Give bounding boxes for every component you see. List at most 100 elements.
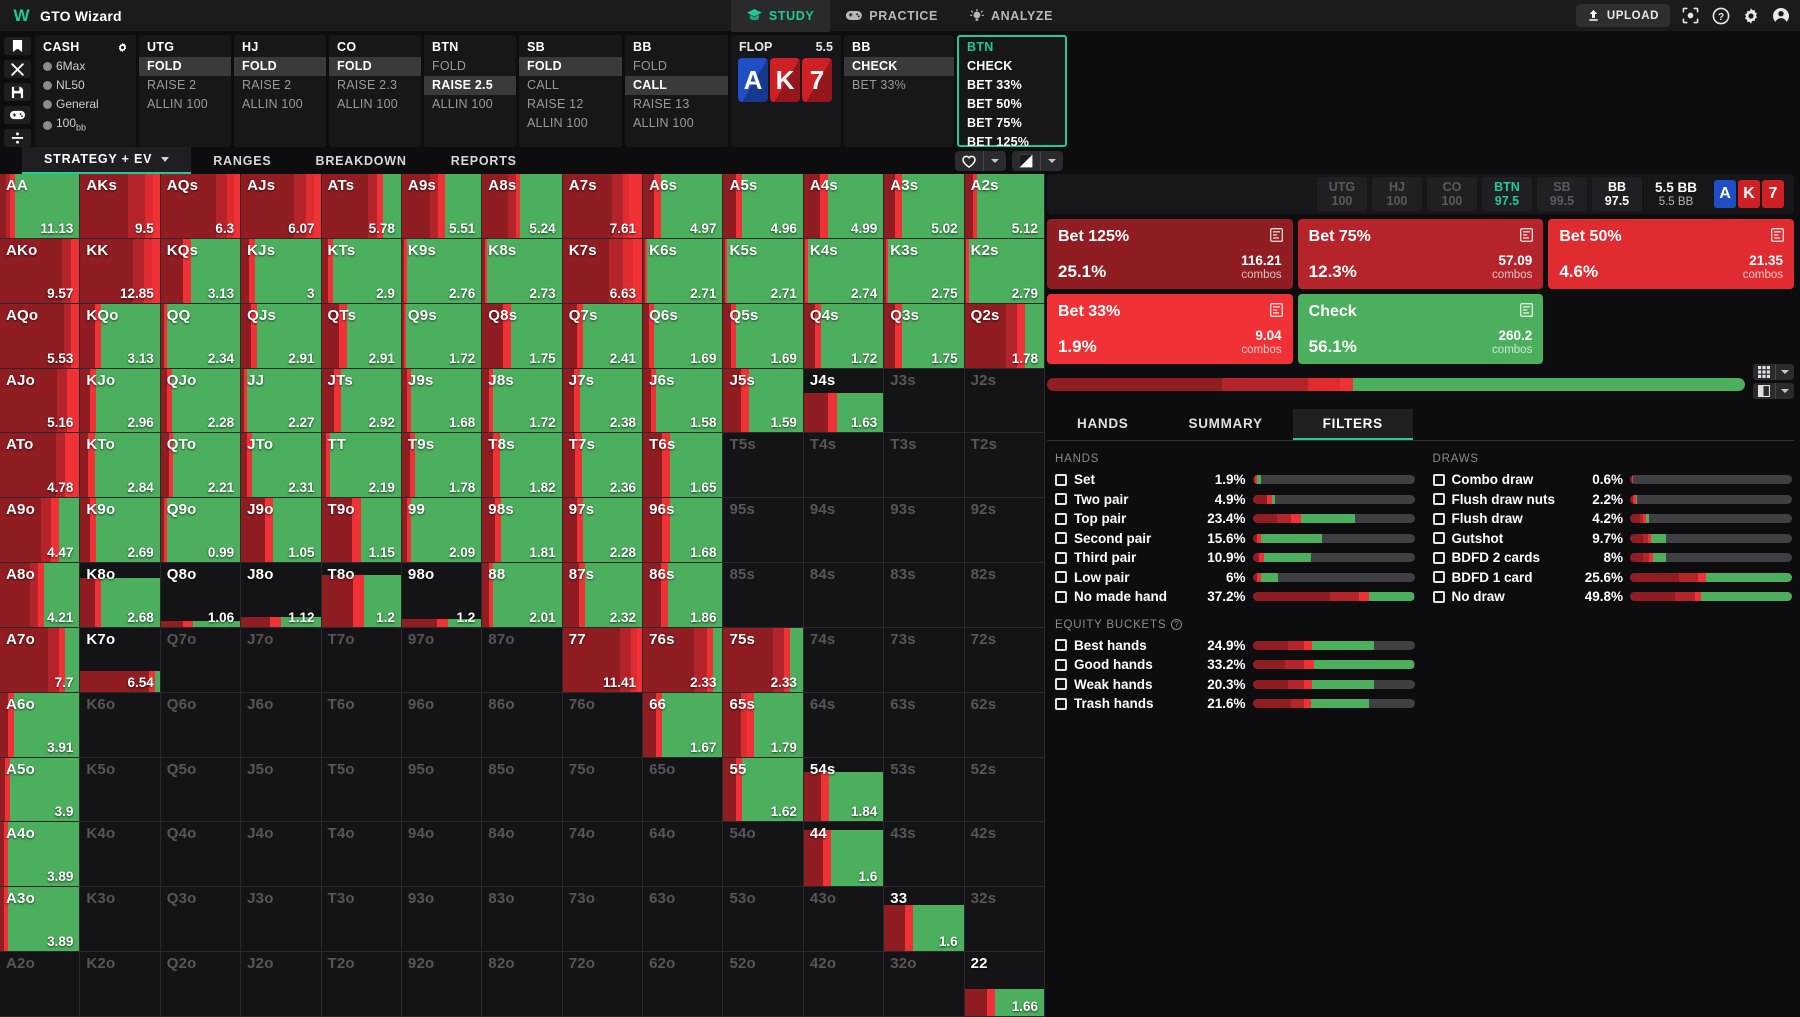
matrix-cell[interactable]: 84s <box>803 563 885 628</box>
node-column-hj[interactable]: HJ FOLD RAISE 2 ALLIN 100 <box>234 35 326 147</box>
matrix-cell[interactable]: 32o <box>884 952 965 1017</box>
node-action[interactable]: RAISE 2.3 <box>329 76 421 95</box>
matrix-cell[interactable]: Q6o <box>160 692 242 758</box>
filter-row-hands[interactable]: Two pair 4.9% <box>1055 490 1415 510</box>
node-column-sb[interactable]: SB FOLD CALL RAISE 12 ALLIN 100 <box>519 35 622 147</box>
gear-icon[interactable] <box>1741 6 1760 25</box>
matrix-cell[interactable]: 92o <box>401 952 483 1017</box>
hand-matrix[interactable]: AA 11.13 AKs 9.5 AQs 6.3 AJs 6.07 ATs 5.78 A9s 5.51… <box>0 174 1045 1017</box>
matrix-cell[interactable]: 96o <box>401 692 483 758</box>
position-chip-hj[interactable]: HJ 100 <box>1371 177 1422 211</box>
matrix-cell[interactable]: Q8s 1.75 <box>482 303 563 369</box>
matrix-cell[interactable]: T4o <box>321 822 402 888</box>
matrix-cell[interactable]: K6s 2.71 <box>643 238 724 304</box>
node-action[interactable]: ALLIN 100 <box>424 95 516 114</box>
matrix-cell[interactable]: A5s 4.96 <box>723 174 804 239</box>
matrix-cell[interactable]: 52s <box>964 757 1045 823</box>
matrix-cell[interactable]: QTo 2.21 <box>160 433 242 499</box>
matrix-cell[interactable]: 97o <box>401 627 483 693</box>
matrix-cell[interactable]: 83s <box>884 563 965 628</box>
filter-checkbox[interactable] <box>1432 551 1445 564</box>
node-action[interactable]: FOLD <box>625 57 728 76</box>
matrix-cell[interactable]: Q2s 1.78 <box>964 303 1045 369</box>
chevron-down-icon[interactable] <box>161 156 170 162</box>
matrix-cell[interactable]: 98o 1.2 <box>401 563 483 628</box>
report-icon[interactable] <box>1520 228 1534 247</box>
matrix-cell[interactable]: 66 1.67 <box>643 692 724 758</box>
matrix-cell[interactable]: KQo 3.13 <box>80 303 161 369</box>
matrix-cell[interactable]: A7o 7.7 <box>0 627 81 693</box>
node-action[interactable]: RAISE 13 <box>625 95 728 114</box>
matrix-cell[interactable]: J4s 1.63 <box>803 368 885 434</box>
action-card-bet-125[interactable]: Bet 125% 25.1% 116.21 combos <box>1047 219 1293 289</box>
matrix-cell[interactable]: 43o <box>803 887 885 953</box>
account-icon[interactable] <box>1771 6 1790 25</box>
matrix-cell[interactable]: A2o <box>0 952 81 1017</box>
matrix-cell[interactable]: 75o <box>562 757 644 823</box>
matrix-cell[interactable]: T4s <box>803 433 885 499</box>
matrix-cell[interactable]: J8s 1.72 <box>482 368 563 434</box>
matrix-cell[interactable]: A6o 3.91 <box>0 692 81 758</box>
matrix-cell[interactable]: A2s 5.12 <box>964 174 1045 239</box>
mode-practice[interactable]: PRACTICE <box>830 0 954 32</box>
split-icon[interactable] <box>1753 383 1775 399</box>
matrix-cell[interactable]: KTs 2.9 <box>321 238 402 304</box>
matrix-cell[interactable]: 97s 2.28 <box>562 498 644 564</box>
matrix-cell[interactable]: T9s 1.78 <box>401 433 483 499</box>
node-action[interactable]: RAISE 2 <box>139 76 231 95</box>
matrix-cell[interactable]: AQs 6.3 <box>160 174 242 239</box>
matrix-cell[interactable]: 44 1.6 <box>803 822 885 888</box>
mode-study[interactable]: STUDY <box>730 0 831 32</box>
matrix-cell[interactable]: 73s <box>884 627 965 693</box>
matrix-cell[interactable]: A3o 3.89 <box>0 887 81 953</box>
filter-checkbox[interactable] <box>1432 532 1445 545</box>
position-chip-bb[interactable]: BB 97.5 <box>1591 177 1642 211</box>
matrix-cell[interactable]: 64s <box>803 692 885 758</box>
filter-row-equity[interactable]: Best hands 24.9% <box>1055 636 1415 656</box>
matrix-cell[interactable]: 77 11.41 <box>562 627 644 693</box>
matrix-cell[interactable]: 22 1.66 <box>964 952 1045 1017</box>
matrix-cell[interactable]: T7s 2.36 <box>562 433 644 499</box>
matrix-cell[interactable]: 92s <box>964 498 1045 564</box>
filter-row-hands[interactable]: Top pair 23.4% <box>1055 509 1415 529</box>
matrix-cell[interactable]: J7o <box>241 627 322 693</box>
matrix-cell[interactable]: A8s 5.24 <box>482 174 563 239</box>
position-chip-btn[interactable]: BTN 97.5 <box>1481 177 1532 211</box>
matrix-cell[interactable]: TT 2.19 <box>321 433 402 499</box>
matrix-cell[interactable]: Q7s 2.41 <box>562 303 644 369</box>
position-chip-co[interactable]: CO 100 <box>1426 177 1477 211</box>
node-action[interactable]: RAISE 12 <box>519 95 622 114</box>
report-icon[interactable] <box>1771 228 1784 247</box>
filter-checkbox[interactable] <box>1055 473 1067 486</box>
matrix-cell[interactable]: 63o <box>643 887 724 953</box>
filter-row-equity[interactable]: Good hands 33.2% <box>1055 655 1415 675</box>
config-row[interactable]: 100bb <box>35 114 136 137</box>
matrix-cell[interactable]: 98s 1.81 <box>482 498 563 564</box>
filter-checkbox[interactable] <box>1432 493 1445 506</box>
config-column[interactable]: CASH 6Max NL50 General 100bb <box>35 35 136 147</box>
filter-row-draws[interactable]: Flush draw 4.2% <box>1432 509 1792 529</box>
matrix-cell[interactable]: K9s 2.76 <box>401 238 483 304</box>
report-icon[interactable] <box>1269 303 1283 322</box>
matrix-cell[interactable]: T8s 1.82 <box>482 433 563 499</box>
filter-checkbox[interactable] <box>1055 697 1067 710</box>
node-action[interactable]: FOLD <box>234 57 326 76</box>
matrix-cell[interactable]: K3o <box>80 887 161 953</box>
node-action[interactable]: RAISE 2.5 <box>424 76 516 95</box>
filter-checkbox[interactable] <box>1432 590 1445 603</box>
matrix-cell[interactable]: J5s 1.59 <box>723 368 804 434</box>
matrix-cell[interactable]: 87s 2.32 <box>562 563 644 628</box>
mode-analyze[interactable]: ANALYZE <box>954 0 1069 32</box>
node-action[interactable]: BET 75% <box>959 114 1065 133</box>
action-card-bet-50[interactable]: Bet 50% 4.6% 21.35 combos <box>1548 219 1794 289</box>
node-action[interactable]: BET 33% <box>959 76 1065 95</box>
matrix-cell[interactable]: A8o 4.21 <box>0 563 81 628</box>
split-dropdown[interactable] <box>1775 383 1794 399</box>
matrix-cell[interactable]: ATs 5.78 <box>321 174 402 239</box>
matrix-cell[interactable]: QTs 2.91 <box>321 303 402 369</box>
filter-checkbox[interactable] <box>1432 571 1445 584</box>
node-action[interactable]: CHECK <box>959 57 1065 76</box>
node-action[interactable]: ALLIN 100 <box>625 114 728 133</box>
matrix-cell[interactable]: 74s <box>803 627 885 693</box>
filter-row-draws[interactable]: Combo draw 0.6% <box>1432 470 1792 490</box>
